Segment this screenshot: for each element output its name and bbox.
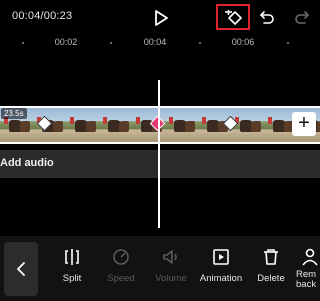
remove-background-label-line2: back <box>296 279 317 290</box>
redo-button[interactable] <box>294 9 310 30</box>
clip-duration-badge: 23.5s <box>1 108 27 119</box>
undo-button[interactable] <box>259 9 275 30</box>
back-button[interactable] <box>4 242 38 296</box>
video-thumbnail <box>66 108 100 142</box>
timecode: 00:04/00:23 <box>12 10 73 22</box>
ruler-tick: 00:04 <box>143 37 167 47</box>
delete-tool[interactable]: Delete <box>247 247 295 284</box>
ruler-dot <box>199 42 201 44</box>
split-label: Split <box>62 273 82 284</box>
add-keyframe-button[interactable] <box>216 4 250 30</box>
delete-label: Delete <box>257 273 285 284</box>
animation-icon <box>213 249 229 265</box>
video-thumbnail <box>99 108 133 142</box>
remove-background-tool[interactable]: Rem back <box>296 247 320 290</box>
split-tool[interactable]: Split <box>48 247 96 284</box>
animation-label: Animation <box>199 273 243 284</box>
speed-label: Speed <box>107 273 135 284</box>
timeline-ruler: 00:02 00:04 00:06 <box>0 36 320 50</box>
trash-icon <box>264 249 278 265</box>
add-clip-button[interactable]: + <box>292 112 316 136</box>
volume-icon <box>163 250 177 264</box>
ruler-dot <box>22 42 24 44</box>
remove-background-label: Rem back <box>296 270 320 290</box>
animation-tool[interactable]: Animation <box>197 247 245 284</box>
person-cutout-icon <box>302 248 318 266</box>
ruler-dot <box>110 42 112 44</box>
video-thumbnail <box>165 108 199 142</box>
play-icon <box>155 10 168 26</box>
keyframe-add-icon <box>225 10 242 25</box>
volume-tool[interactable]: Volume <box>147 247 195 284</box>
redo-icon <box>295 11 309 24</box>
volume-label: Volume <box>155 273 187 284</box>
split-icon <box>65 249 79 265</box>
play-button[interactable] <box>153 9 169 27</box>
playhead[interactable] <box>158 80 160 228</box>
chevron-left-icon <box>17 262 25 276</box>
undo-icon <box>260 11 274 24</box>
ruler-tick: 00:06 <box>231 37 255 47</box>
speed-icon <box>113 249 129 265</box>
speed-tool[interactable]: Speed <box>97 247 145 284</box>
ruler-tick: 00:02 <box>54 37 78 47</box>
ruler-dot <box>287 42 289 44</box>
add-audio-label[interactable]: Add audio <box>0 157 54 169</box>
